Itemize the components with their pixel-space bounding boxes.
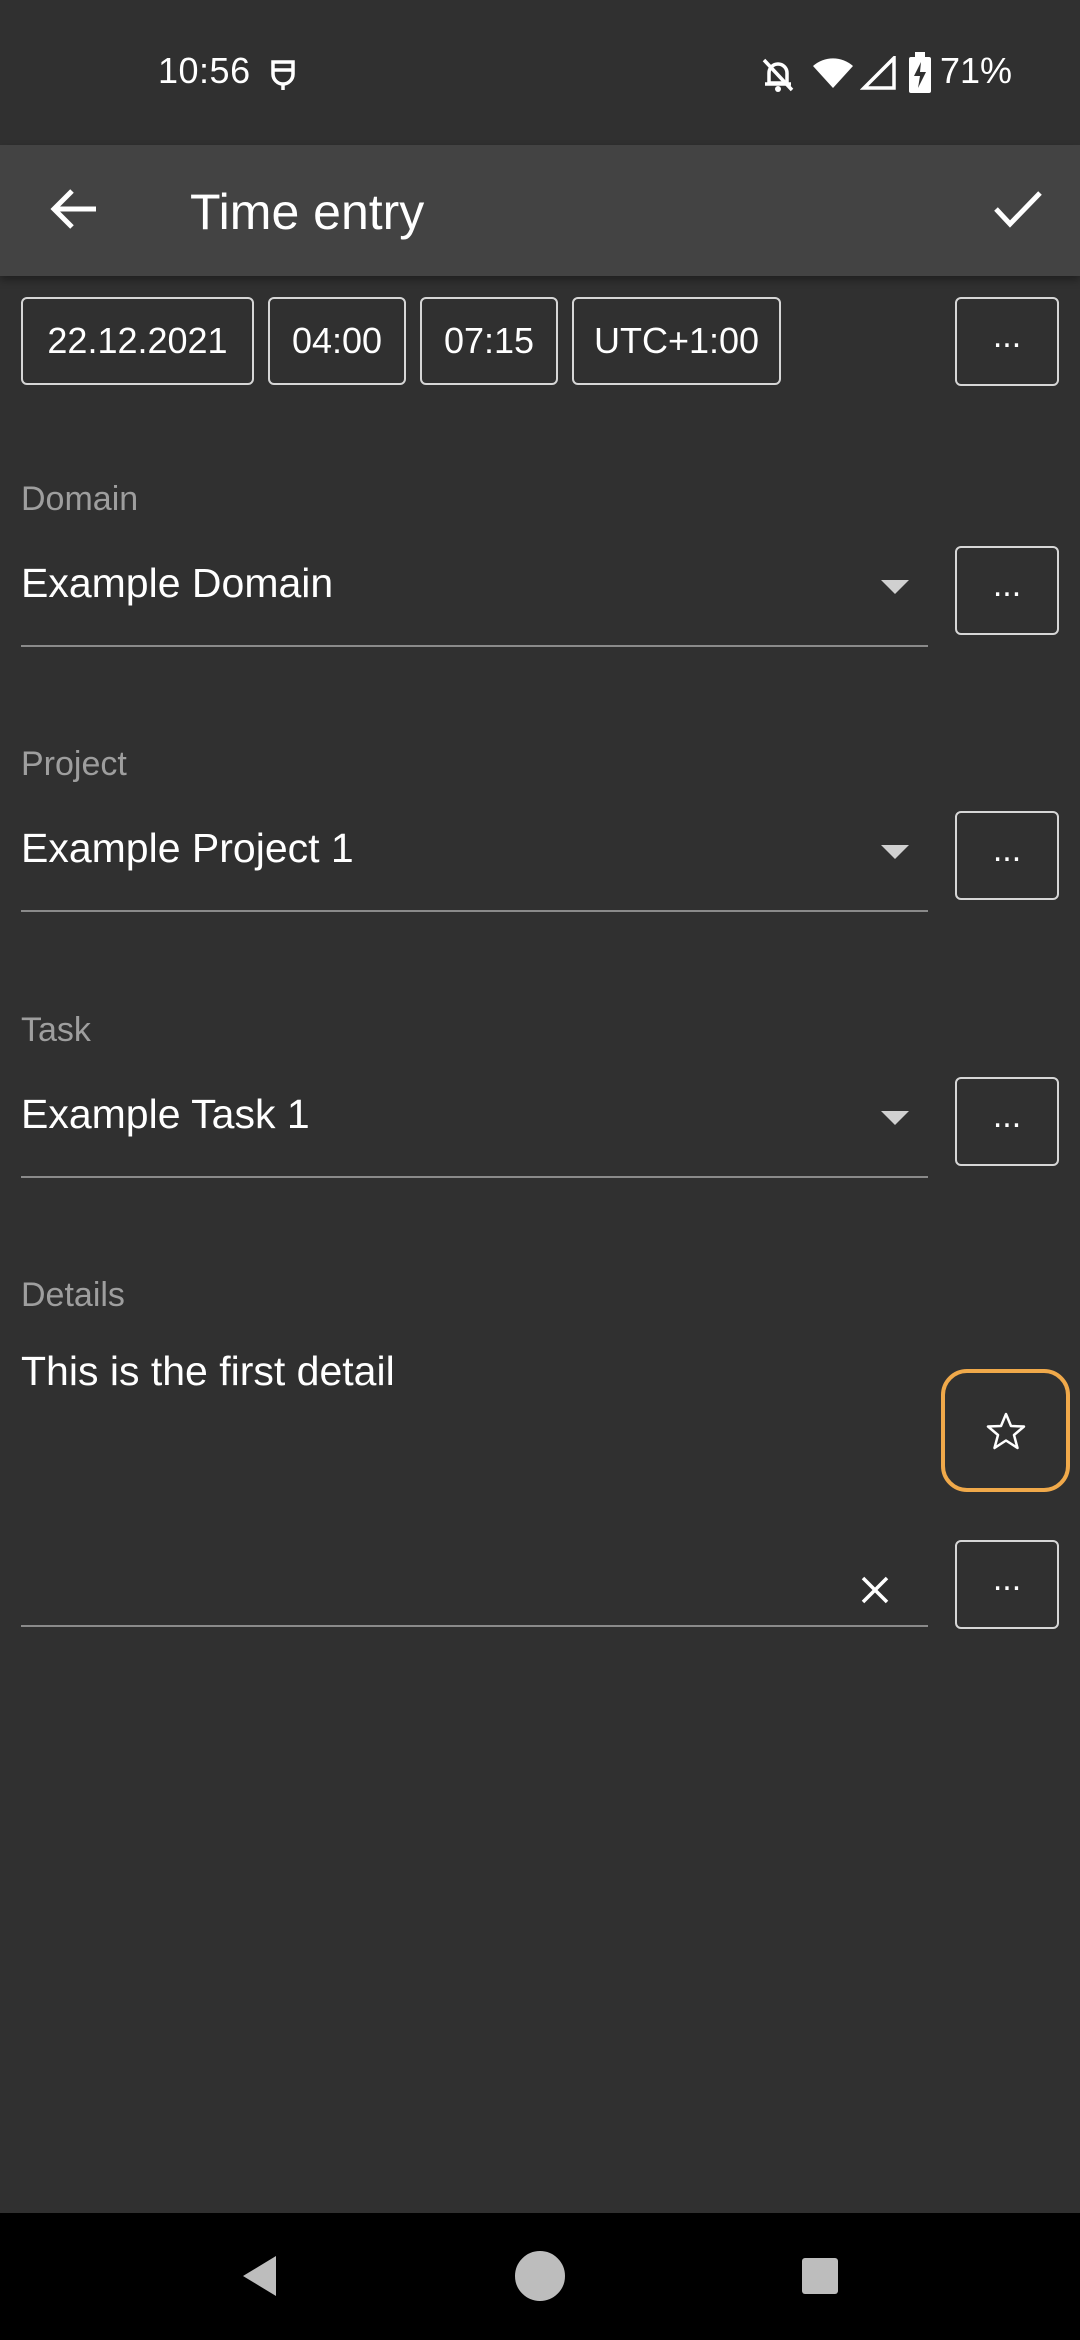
check-icon [994,191,1042,228]
chevron-down-icon [881,1111,909,1125]
project-value: Example Project 1 [21,825,354,871]
navigation-bar [0,2213,1080,2340]
circle-home-icon [515,2251,565,2301]
app-bar: Time entry [0,145,1080,276]
wifi-icon [813,58,853,88]
star-outline-icon [986,1412,1025,1449]
project-dropdown[interactable]: Example Project 1 [21,805,928,910]
chevron-down-icon [881,845,909,859]
nav-recents-button[interactable] [780,2233,860,2319]
save-button[interactable] [980,171,1056,247]
battery-percentage: 71% [940,50,1013,91]
page-title: Time entry [190,184,425,240]
nav-back-button[interactable] [220,2233,300,2319]
timezone-chip[interactable]: UTC+1:00 [572,297,781,385]
task-more-button[interactable]: ... [955,1077,1059,1166]
end-time-chip[interactable]: 07:15 [420,297,558,385]
project-more-button[interactable]: ... [955,811,1059,900]
status-time: 10:56 [158,50,251,91]
silent-icon [762,58,794,92]
time-more-button[interactable]: ... [955,297,1059,386]
detail-more-button[interactable]: ... [955,1540,1059,1629]
domain-label: Domain [21,480,139,518]
close-icon [861,1576,889,1604]
project-label: Project [21,745,127,783]
back-button[interactable] [36,171,112,247]
domain-dropdown[interactable]: Example Domain [21,540,928,645]
date-chip[interactable]: 22.12.2021 [21,297,254,385]
detail-input[interactable] [21,1540,928,1625]
project-underline [21,910,928,912]
favorite-button[interactable] [941,1369,1070,1492]
battery-charging-icon [909,52,931,93]
notification-icon [271,60,295,90]
task-value: Example Task 1 [21,1091,310,1137]
signal-icon [860,56,896,90]
start-time-chip[interactable]: 04:00 [268,297,406,385]
task-underline [21,1176,928,1178]
triangle-back-icon [243,2256,276,2296]
task-label: Task [21,1011,91,1049]
domain-more-button[interactable]: ... [955,546,1059,635]
domain-value: Example Domain [21,560,334,606]
detail-input-underline [21,1625,928,1627]
status-bar: 10:56 71% [0,0,1080,145]
task-dropdown[interactable]: Example Task 1 [21,1071,928,1176]
details-label: Details [21,1276,125,1314]
arrow-left-icon [50,189,96,229]
details-value[interactable]: This is the first detail [21,1348,395,1395]
domain-underline [21,645,928,647]
square-recents-icon [802,2258,838,2294]
chevron-down-icon [881,580,909,594]
nav-home-button[interactable] [500,2233,580,2319]
clear-button[interactable] [850,1565,900,1615]
